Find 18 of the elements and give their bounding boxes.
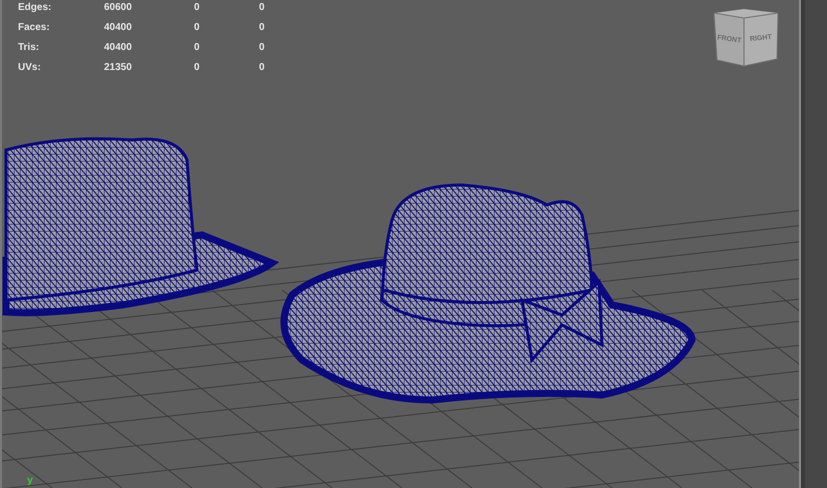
stat-label: Faces: xyxy=(18,22,51,32)
stat-value: 60600 xyxy=(104,2,133,12)
stat-value: 21350 xyxy=(104,62,133,72)
stat-value: 0 xyxy=(194,22,201,32)
axis-label: y xyxy=(27,476,34,488)
stat-value: 0 xyxy=(259,42,266,52)
stat-value: 40400 xyxy=(104,42,133,52)
stat-value: 0 xyxy=(194,62,201,72)
stat-value: 0 xyxy=(259,22,266,32)
stat-label: Edges: xyxy=(18,2,52,12)
stat-value: 0 xyxy=(194,2,201,12)
stat-value: 0 xyxy=(194,42,201,52)
stat-label: Tris: xyxy=(18,42,40,52)
stat-value: 40400 xyxy=(104,22,133,32)
stat-label: UVs: xyxy=(18,62,42,72)
view-cube-icon[interactable] xyxy=(713,9,779,67)
stat-value: 0 xyxy=(259,2,266,12)
stat-value: 0 xyxy=(259,62,266,72)
